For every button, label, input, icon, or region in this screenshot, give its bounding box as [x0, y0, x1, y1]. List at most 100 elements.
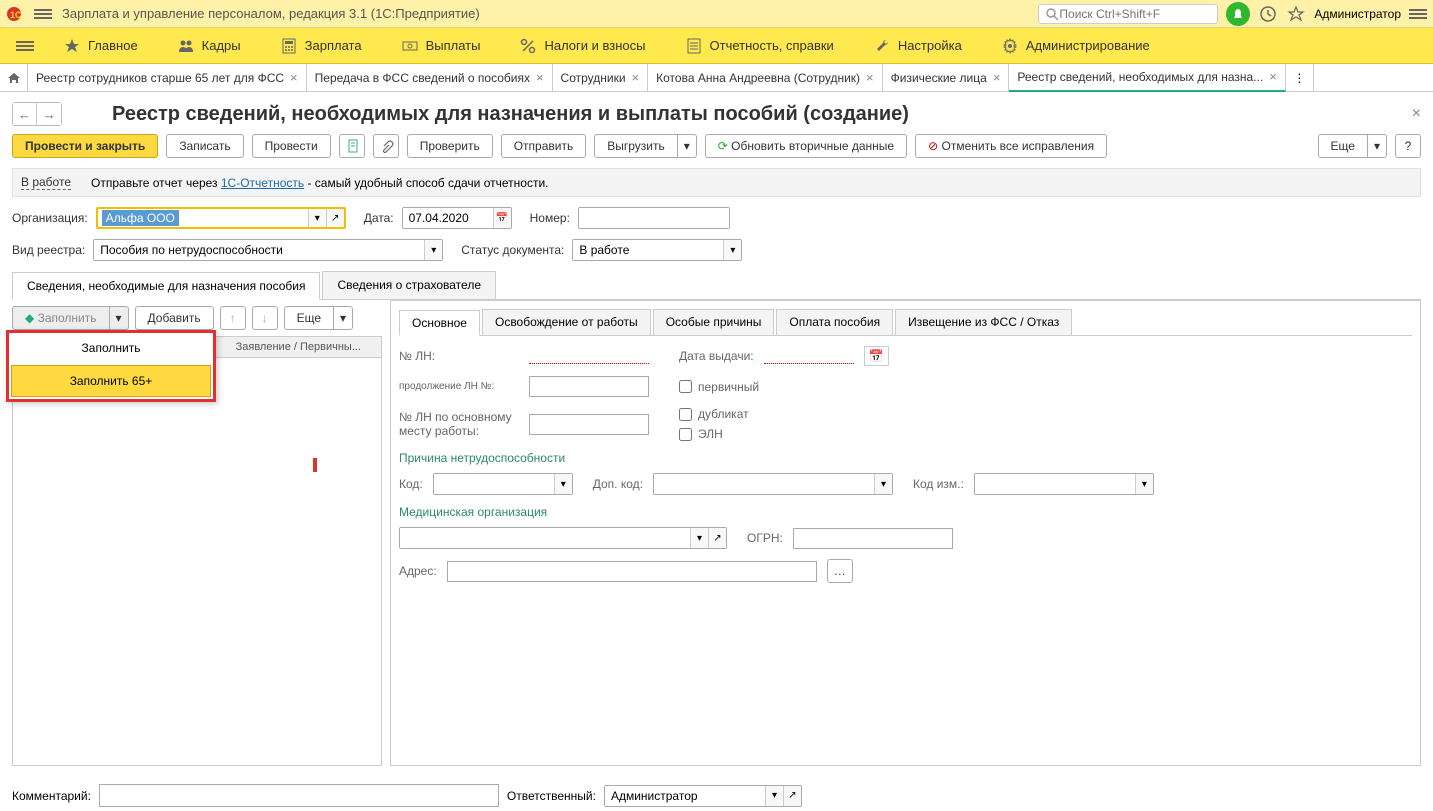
post-button[interactable]: Провести — [252, 134, 331, 158]
tab-close[interactable]: × — [536, 70, 544, 85]
search-input[interactable] — [1059, 7, 1209, 21]
tab-0[interactable]: Реестр сотрудников старше 65 лет для ФСС… — [28, 64, 307, 92]
section-menu[interactable] — [16, 41, 34, 51]
subtab-0[interactable]: Сведения, необходимые для назначения пос… — [12, 272, 320, 300]
svg-text:1С: 1С — [10, 10, 22, 20]
code-combo[interactable]: ▾ — [433, 473, 573, 495]
tab-1[interactable]: Передача в ФСС сведений о пособиях× — [307, 64, 553, 92]
dropdown-icon[interactable]: ▾ — [424, 240, 442, 260]
fill-button[interactable]: ◆ Заполнить — [12, 306, 110, 330]
doc-icon-button[interactable] — [339, 134, 365, 158]
left-more-dropdown[interactable]: ▾ — [334, 306, 353, 330]
page-title: Реестр сведений, необходимых для назначе… — [112, 103, 909, 126]
more-button[interactable]: Еще — [1318, 134, 1368, 158]
check-button[interactable]: Проверить — [407, 134, 493, 158]
forward-button[interactable]: → — [37, 103, 61, 125]
move-up-button[interactable]: ↑ — [220, 306, 246, 330]
reporting-link[interactable]: 1С-Отчетность — [221, 176, 304, 190]
home-tab[interactable] — [0, 64, 28, 92]
tab-5[interactable]: Реестр сведений, необходимых для назна..… — [1009, 64, 1285, 92]
rtab-4[interactable]: Извещение из ФСС / Отказ — [895, 309, 1072, 335]
post-close-button[interactable]: Провести и закрыть — [12, 134, 158, 158]
attach-button[interactable] — [373, 134, 399, 158]
primary-label: первичный — [698, 380, 759, 394]
primary-checkbox[interactable] — [679, 380, 692, 393]
tab-close[interactable]: × — [632, 70, 640, 85]
status-link[interactable]: В работе — [21, 175, 71, 190]
addcode-combo[interactable]: ▾ — [653, 473, 893, 495]
regtype-combo[interactable]: ▾ — [93, 239, 443, 261]
more-dropdown[interactable]: ▾ — [1368, 134, 1387, 158]
tab-2[interactable]: Сотрудники× — [553, 64, 649, 92]
med-combo[interactable]: ▾↗ — [399, 527, 727, 549]
rtab-1[interactable]: Освобождение от работы — [482, 309, 651, 335]
duplicate-checkbox[interactable] — [679, 408, 692, 421]
back-button[interactable]: ← — [13, 103, 37, 125]
tab-close[interactable]: × — [993, 70, 1001, 85]
refresh-button[interactable]: ⟳ Обновить вторичные данные — [705, 134, 907, 158]
global-search[interactable] — [1038, 4, 1218, 24]
continuation-input[interactable] — [529, 376, 649, 397]
dropdown-icon[interactable]: ▾ — [723, 240, 741, 260]
mainplace-input[interactable] — [529, 414, 649, 435]
add-button[interactable]: Добавить — [135, 306, 214, 330]
address-input[interactable] — [447, 561, 817, 582]
move-down-button[interactable]: ↓ — [252, 306, 278, 330]
tab-close[interactable]: × — [290, 70, 298, 85]
tab-close[interactable]: × — [866, 70, 874, 85]
open-icon[interactable]: ↗ — [326, 209, 344, 227]
user-name[interactable]: Администратор — [1314, 7, 1401, 21]
menu-admin[interactable]: Администрирование — [982, 28, 1170, 64]
menu-nalogi[interactable]: Налоги и взносы — [500, 28, 665, 64]
calendar-icon[interactable]: 📅 — [864, 346, 889, 366]
responsible-label: Ответственный: — [507, 789, 596, 803]
comment-input[interactable] — [99, 784, 499, 807]
calendar-icon[interactable]: 📅 — [493, 208, 511, 228]
ln-input[interactable] — [529, 348, 649, 364]
export-button[interactable]: Выгрузить — [594, 134, 678, 158]
addcode-label: Доп. код: — [593, 477, 643, 491]
tab-3[interactable]: Котова Анна Андреевна (Сотрудник)× — [648, 64, 883, 92]
notifications-icon[interactable] — [1226, 2, 1250, 26]
issue-date-input[interactable] — [764, 348, 854, 364]
menu-main[interactable]: Главное — [44, 28, 158, 64]
menu-otchet[interactable]: Отчетность, справки — [666, 28, 854, 64]
code-label: Код: — [399, 477, 423, 491]
ogrn-input[interactable] — [793, 528, 953, 549]
export-dropdown[interactable]: ▾ — [678, 134, 697, 158]
subtab-1[interactable]: Сведения о страхователе — [322, 271, 496, 299]
hamburger-menu[interactable] — [34, 9, 52, 19]
dropdown-icon[interactable]: ▾ — [308, 209, 326, 227]
number-input[interactable] — [578, 207, 730, 229]
help-button[interactable]: ? — [1395, 134, 1421, 158]
menu-zarplata[interactable]: Зарплата — [261, 28, 382, 64]
bottom-row: Комментарий: Ответственный: ▾ ↗ — [12, 784, 1421, 807]
rtab-2[interactable]: Особые причины — [653, 309, 775, 335]
favorite-icon[interactable] — [1286, 4, 1306, 24]
docstatus-combo[interactable]: ▾ — [572, 239, 742, 261]
address-more[interactable]: … — [827, 559, 853, 583]
history-icon[interactable] — [1258, 4, 1278, 24]
cancel-fix-button[interactable]: ⊘ Отменить все исправления — [915, 134, 1107, 158]
fill-dropdown-toggle[interactable]: ▾ — [110, 306, 129, 330]
date-input[interactable]: 📅 — [402, 207, 512, 229]
send-button[interactable]: Отправить — [501, 134, 587, 158]
org-combo[interactable]: Альфа ООО ▾ ↗ — [96, 207, 346, 229]
tab-close[interactable]: × — [1269, 69, 1277, 84]
fill-option[interactable]: Заполнить — [9, 333, 213, 363]
rtab-0[interactable]: Основное — [399, 310, 480, 336]
rtab-3[interactable]: Оплата пособия — [776, 309, 893, 335]
left-more-button[interactable]: Еще — [284, 306, 334, 330]
codechange-combo[interactable]: ▾ — [974, 473, 1154, 495]
right-menu[interactable] — [1409, 9, 1427, 19]
menu-nastroika[interactable]: Настройка — [854, 28, 982, 64]
menu-vyplaty[interactable]: Выплаты — [382, 28, 501, 64]
close-page[interactable]: × — [1412, 105, 1421, 123]
tab-overflow[interactable]: ⋮ — [1286, 64, 1314, 92]
responsible-combo[interactable]: ▾ ↗ — [604, 785, 802, 807]
menu-kadry[interactable]: Кадры — [158, 28, 261, 64]
tab-4[interactable]: Физические лица× — [883, 64, 1010, 92]
fill-65-option[interactable]: Заполнить 65+ — [11, 365, 211, 397]
save-button[interactable]: Записать — [166, 134, 243, 158]
eln-checkbox[interactable] — [679, 428, 692, 441]
